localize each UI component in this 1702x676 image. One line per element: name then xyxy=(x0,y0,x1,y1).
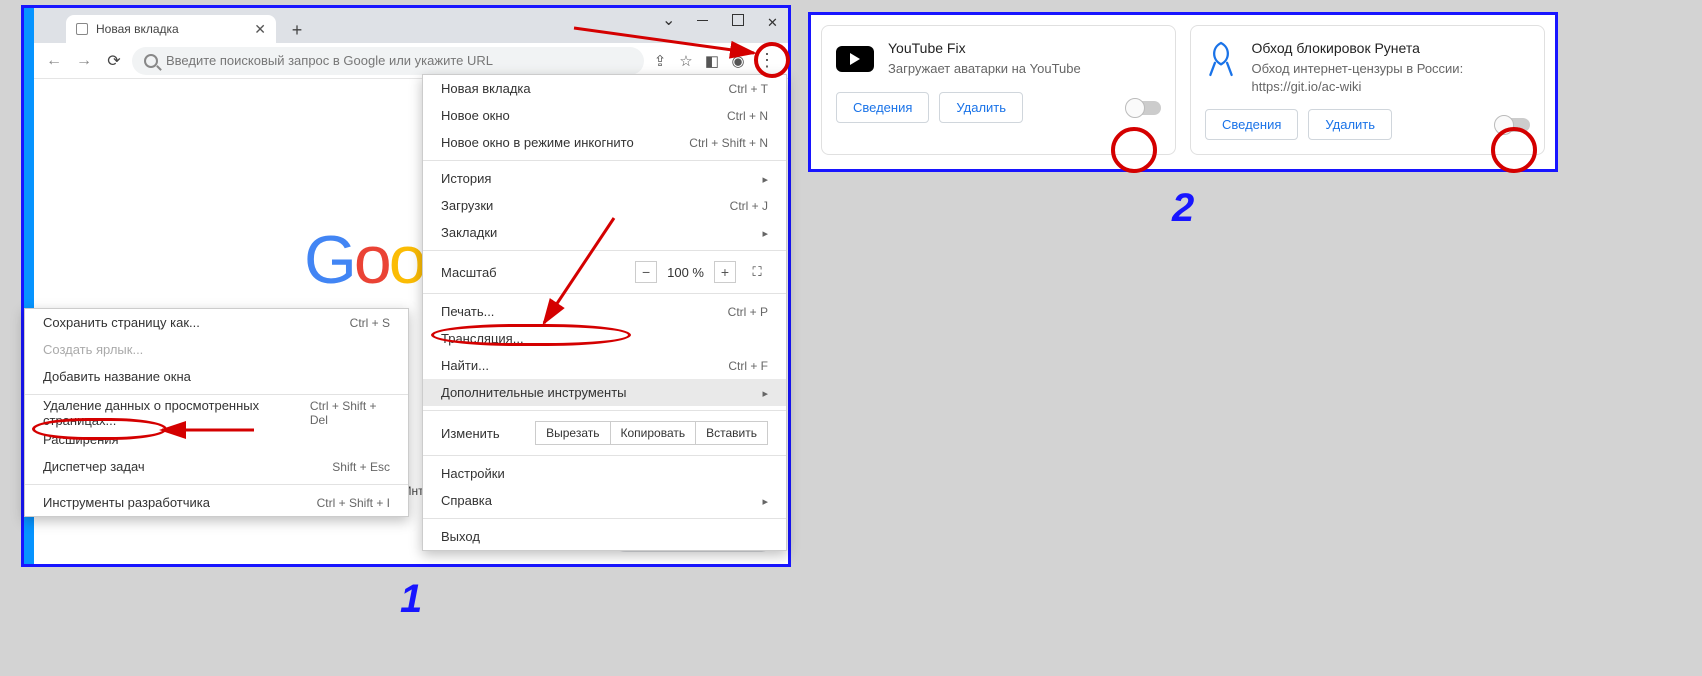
remove-button[interactable]: Удалить xyxy=(939,92,1023,123)
minimize-button[interactable] xyxy=(697,14,710,27)
more-menu-button[interactable]: ⋮ xyxy=(754,48,780,74)
menu-cast[interactable]: Трансляция... xyxy=(423,325,786,352)
tab-title: Новая вкладка xyxy=(96,22,179,36)
screenshot-1: Новая вкладка ✕ + ← → ⟳ Введите поисковы… xyxy=(21,5,791,567)
fullscreen-icon[interactable]: ⛶ xyxy=(746,261,768,283)
menu-find[interactable]: Найти...Ctrl + F xyxy=(423,352,786,379)
details-button[interactable]: Сведения xyxy=(836,92,929,123)
extension-title: Обход блокировок Рунета xyxy=(1252,40,1530,56)
menu-zoom: Масштаб − 100 % + ⛶ xyxy=(423,255,786,289)
submenu-save-as[interactable]: Сохранить страницу как...Ctrl + S xyxy=(25,309,408,336)
menu-print[interactable]: Печать...Ctrl + P xyxy=(423,298,786,325)
share-icon[interactable]: ⇪ xyxy=(650,52,670,70)
details-button[interactable]: Сведения xyxy=(1205,109,1298,140)
ribbon-icon xyxy=(1205,40,1238,78)
new-tab-button[interactable]: + xyxy=(284,17,310,43)
chevron-down-icon[interactable] xyxy=(662,14,675,27)
menu-new-window[interactable]: Новое окноCtrl + N xyxy=(423,102,786,129)
extension-toggle[interactable] xyxy=(1496,118,1530,132)
maximize-button[interactable] xyxy=(732,14,745,27)
back-button[interactable]: ← xyxy=(42,52,66,70)
submenu-extensions[interactable]: Расширения xyxy=(25,426,408,453)
omnibox-placeholder: Введите поисковый запрос в Google или ук… xyxy=(166,53,493,68)
menu-cut[interactable]: Вырезать xyxy=(535,421,610,445)
close-window-button[interactable] xyxy=(767,14,780,27)
browser-tab[interactable]: Новая вкладка ✕ xyxy=(66,15,276,43)
menu-bookmarks[interactable]: Закладки xyxy=(423,219,786,246)
newtab-favicon xyxy=(76,23,88,35)
submenu-clear-data[interactable]: Удаление данных о просмотренных страница… xyxy=(25,399,408,426)
close-tab-icon[interactable]: ✕ xyxy=(254,21,266,38)
menu-paste[interactable]: Вставить xyxy=(695,421,768,445)
extension-card-youtube-fix: YouTube Fix Загружает аватарки на YouTub… xyxy=(821,25,1176,155)
remove-button[interactable]: Удалить xyxy=(1308,109,1392,140)
screenshot-2: YouTube Fix Загружает аватарки на YouTub… xyxy=(808,12,1558,172)
extension-toggle[interactable] xyxy=(1127,101,1161,115)
more-tools-submenu: Сохранить страницу как...Ctrl + S Создат… xyxy=(24,308,409,517)
annotation-number-2: 2 xyxy=(1172,186,1194,231)
chrome-main-menu: Новая вкладкаCtrl + T Новое окноCtrl + N… xyxy=(422,74,787,551)
menu-new-tab[interactable]: Новая вкладкаCtrl + T xyxy=(423,75,786,102)
extension-description: Загружает аватарки на YouTube xyxy=(888,60,1081,78)
menu-exit[interactable]: Выход xyxy=(423,523,786,550)
menu-copy[interactable]: Копировать xyxy=(610,421,697,445)
profile-icon[interactable]: ◉ xyxy=(728,52,748,70)
address-bar[interactable]: Введите поисковый запрос в Google или ук… xyxy=(132,47,644,75)
submenu-task-manager[interactable]: Диспетчер задачShift + Esc xyxy=(25,453,408,480)
forward-button[interactable]: → xyxy=(72,52,96,70)
menu-settings[interactable]: Настройки xyxy=(423,460,786,487)
zoom-value: 100 % xyxy=(667,265,704,280)
zoom-in-button[interactable]: + xyxy=(714,261,736,283)
extension-description: Обход интернет-цензуры в России: https:/… xyxy=(1252,60,1530,95)
reload-button[interactable]: ⟳ xyxy=(102,51,126,71)
bookmark-star-icon[interactable]: ☆ xyxy=(676,52,696,70)
menu-incognito[interactable]: Новое окно в режиме инкогнитоCtrl + Shif… xyxy=(423,129,786,156)
menu-more-tools[interactable]: Дополнительные инструменты xyxy=(423,379,786,406)
zoom-out-button[interactable]: − xyxy=(635,261,657,283)
menu-help[interactable]: Справка xyxy=(423,487,786,514)
sidepanel-icon[interactable]: ◧ xyxy=(702,52,722,70)
submenu-dev-tools[interactable]: Инструменты разработчикаCtrl + Shift + I xyxy=(25,489,408,516)
youtube-icon xyxy=(836,40,874,78)
annotation-number-1: 1 xyxy=(400,577,422,622)
menu-edit-row: Изменить Вырезать Копировать Вставить xyxy=(423,415,786,451)
search-icon xyxy=(144,54,158,68)
extension-title: YouTube Fix xyxy=(888,40,1081,56)
menu-downloads[interactable]: ЗагрузкиCtrl + J xyxy=(423,192,786,219)
menu-history[interactable]: История xyxy=(423,165,786,192)
submenu-create-shortcut: Создать ярлык... xyxy=(25,336,408,363)
window-controls xyxy=(662,14,780,27)
extension-card-bypass: Обход блокировок Рунета Обход интернет-ц… xyxy=(1190,25,1545,155)
submenu-name-window[interactable]: Добавить название окна xyxy=(25,363,408,390)
